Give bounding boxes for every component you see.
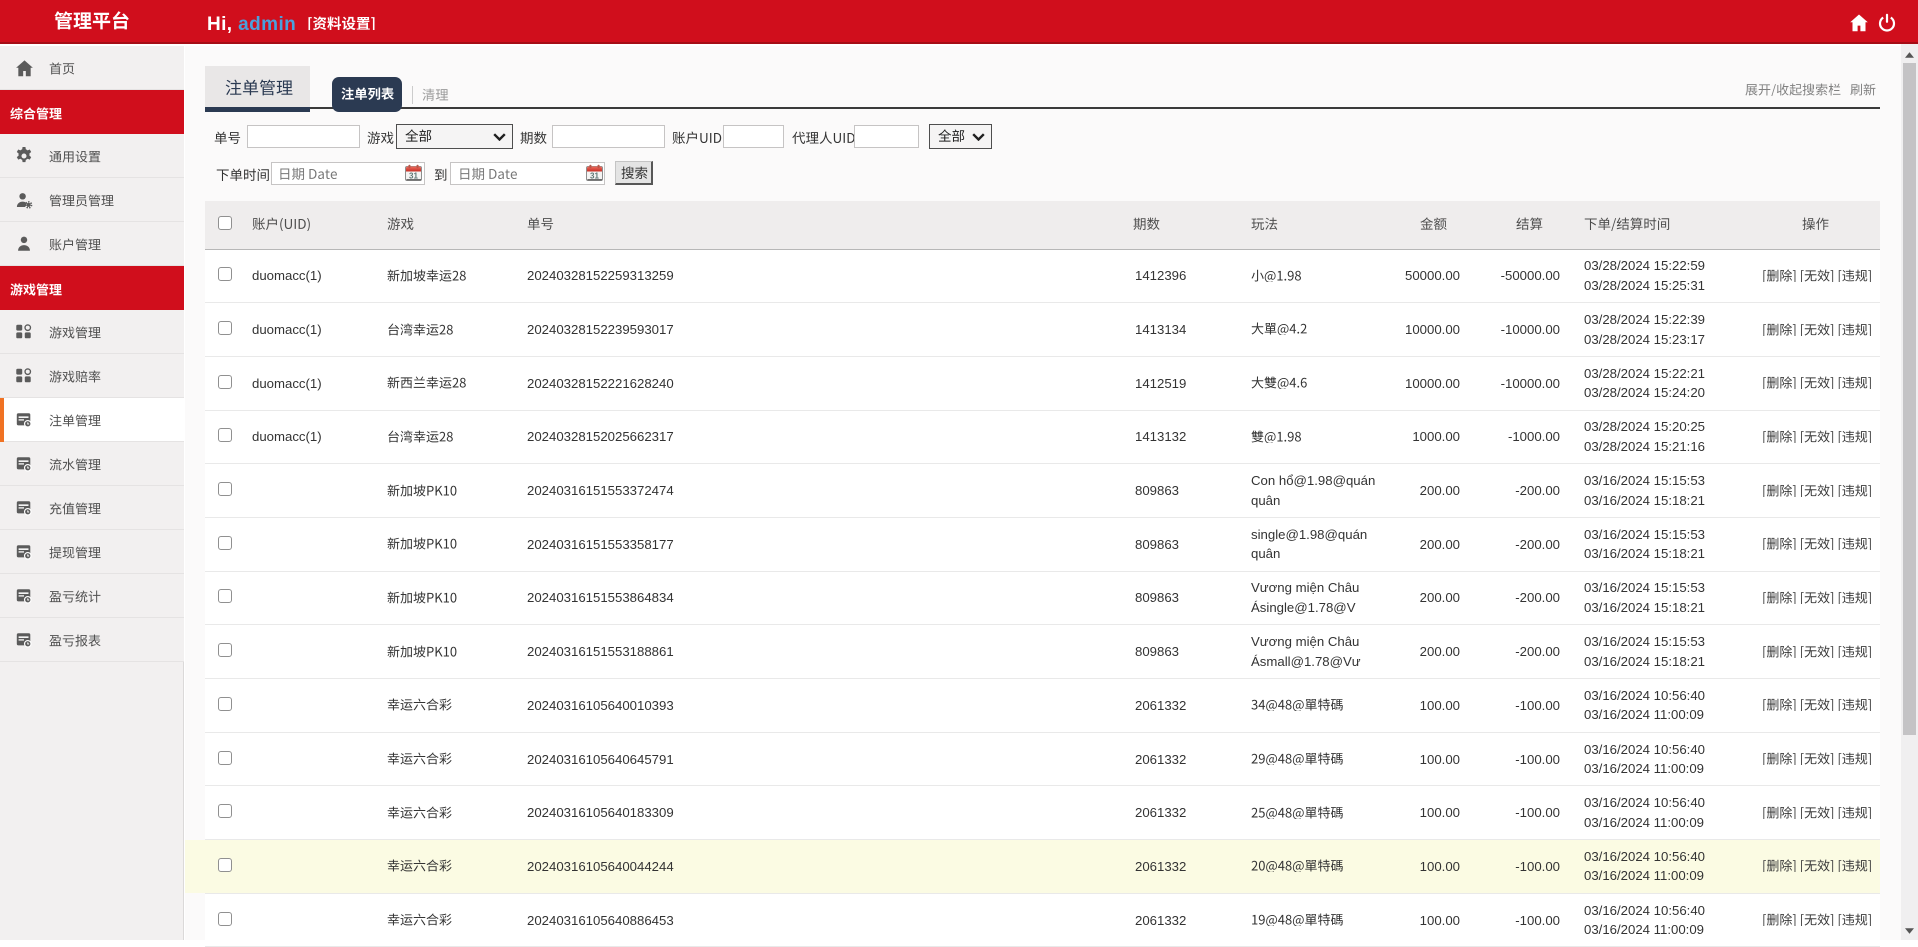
svg-text:31: 31 (409, 171, 418, 180)
svg-text:31: 31 (590, 171, 599, 180)
